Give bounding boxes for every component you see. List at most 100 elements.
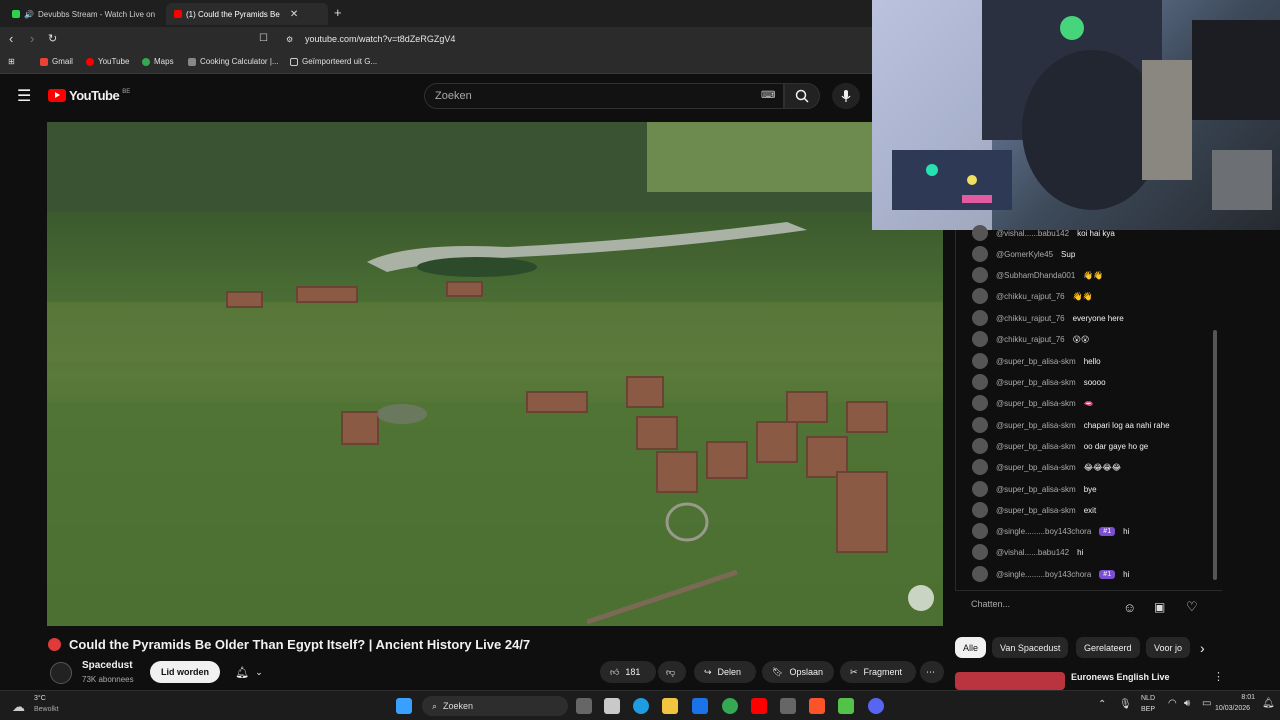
video-player[interactable] xyxy=(47,122,943,626)
video-thumbnail[interactable] xyxy=(955,672,1065,690)
url-field[interactable]: youtube.com/watch?v=t8dZeRGZgV4 xyxy=(305,34,455,44)
subscriber-count: 73K abonnees xyxy=(82,675,134,684)
emoji-icon[interactable]: ☺ xyxy=(1123,600,1136,615)
brave-icon[interactable] xyxy=(809,698,825,714)
windows-start-icon[interactable] xyxy=(396,698,412,714)
share-button[interactable]: ↪ Delen xyxy=(694,661,756,683)
avatar xyxy=(972,353,988,369)
browser-tab-bar: 🔊 Devubbs Stream - Watch Live on (1) Cou… xyxy=(0,0,872,27)
taskbar-search[interactable]: ⌕ Zoeken xyxy=(422,696,568,716)
edge-icon[interactable] xyxy=(633,698,649,714)
bookmark-icon[interactable]: ☐ xyxy=(259,33,268,44)
voice-search-button[interactable] xyxy=(832,83,860,109)
avatar xyxy=(972,395,988,411)
bookmark-folder-imported[interactable]: Geïmporteerd uit G... xyxy=(290,57,377,66)
browser-tab[interactable]: 🔊 Devubbs Stream - Watch Live on xyxy=(4,3,164,25)
region-code: BE xyxy=(122,88,131,95)
chat-message: @chikku_rajput_76 everyone here xyxy=(972,309,1124,327)
keyboard-icon[interactable]: ⌨ xyxy=(761,90,775,101)
chat-message: @GomerKyle45 Sup xyxy=(972,245,1075,263)
microphone-icon[interactable]: 🎙︎ xyxy=(1119,699,1132,710)
notification-bell-button[interactable]: 🔔︎ ⌄ xyxy=(228,661,270,683)
save-button[interactable]: 🔖︎ Opslaan xyxy=(762,661,834,683)
avatar xyxy=(972,310,988,326)
scissors-icon: ✂ xyxy=(850,666,858,677)
chat-message: @single.........boy143chora #1 hi xyxy=(972,522,1129,540)
keyboard-layout: BEP xyxy=(1141,706,1156,713)
youtube-app-icon[interactable] xyxy=(751,698,767,714)
save-label: Opslaan xyxy=(789,667,823,677)
channel-avatar[interactable] xyxy=(50,662,72,684)
chat-message: @vishal......babu142 hi xyxy=(972,543,1083,561)
search-button[interactable] xyxy=(784,83,820,109)
dislike-button[interactable]: 👎︎ xyxy=(658,661,686,683)
bookmark-cooking-calculator[interactable]: Cooking Calculator |... xyxy=(188,57,279,66)
tab-favicon-icon xyxy=(12,10,20,18)
forward-icon[interactable]: › xyxy=(30,31,34,46)
avatar xyxy=(972,225,988,241)
chevron-right-icon[interactable]: › xyxy=(1200,640,1205,656)
channel-name[interactable]: Spacedust xyxy=(82,660,133,671)
channel-watermark-icon[interactable] xyxy=(908,585,934,611)
chip-for-you[interactable]: Voor jo xyxy=(1146,637,1190,658)
back-icon[interactable]: ‹ xyxy=(9,31,13,46)
member-badge: #1 xyxy=(1099,526,1116,536)
bookmark-youtube[interactable]: YouTube xyxy=(86,57,129,66)
like-button[interactable]: 👍︎ 181 xyxy=(600,661,656,683)
bookmark-maps[interactable]: Maps xyxy=(142,57,174,66)
youtube-logo[interactable]: YouTube BE xyxy=(48,88,130,103)
chat-input[interactable]: Chatten... xyxy=(971,599,1111,617)
bookmarks-bar: ⊞ Gmail YouTube Maps Cooking Calculator … xyxy=(0,52,872,74)
microphone-icon xyxy=(841,90,851,102)
more-icon[interactable]: ⋮ xyxy=(1213,670,1224,683)
join-button[interactable]: Lid worden xyxy=(150,661,220,683)
windows-taskbar: ☁ 3°C Bewolkt ⌕ Zoeken ⌃ 🎙︎ NLD BEP ◠ 🔊︎… xyxy=(0,690,1280,720)
chrome-icon[interactable] xyxy=(722,698,738,714)
wifi-icon[interactable]: ◠ xyxy=(1168,698,1177,709)
close-tab-icon[interactable]: ✕ xyxy=(290,9,298,20)
recommended-video[interactable]: Euronews English Live ⋮ xyxy=(955,670,1224,692)
chat-message: @single.........boy143chora #1 hi xyxy=(972,565,1129,583)
clock-time[interactable]: 8:01 xyxy=(1225,694,1255,701)
youtube-logo-text: YouTube xyxy=(69,88,120,103)
file-explorer-icon[interactable] xyxy=(662,698,678,714)
weather-desc: Bewolkt xyxy=(34,706,59,713)
discord-icon[interactable] xyxy=(868,698,884,714)
menu-icon[interactable]: ☰ xyxy=(17,86,31,106)
live-chat-panel: @vishal......babu142 koi hai kya @GomerKy… xyxy=(955,225,1222,628)
battery-icon[interactable]: ▭ xyxy=(1202,698,1211,709)
avatar xyxy=(972,246,988,262)
notifications-icon[interactable]: 🔔︎ xyxy=(1262,698,1275,709)
apps-grid-icon[interactable]: ⊞ xyxy=(8,57,15,66)
chip-all[interactable]: Alle xyxy=(955,637,987,658)
site-info-icon[interactable]: ⚙ xyxy=(286,35,293,44)
avatar xyxy=(972,459,988,475)
weather-temp[interactable]: 3°C xyxy=(34,695,46,702)
widgets-icon[interactable] xyxy=(604,698,620,714)
chevron-down-icon: ⌄ xyxy=(255,666,263,677)
reload-icon[interactable]: ↻ xyxy=(48,32,57,45)
chat-scrollbar[interactable] xyxy=(1213,330,1217,580)
outlook-icon[interactable] xyxy=(692,698,708,714)
new-tab-button[interactable]: + xyxy=(334,5,342,20)
video-frame xyxy=(47,122,943,626)
task-view-icon[interactable] xyxy=(576,698,592,714)
chip-from-channel[interactable]: Van Spacedust xyxy=(992,637,1069,658)
more-actions-button[interactable]: ⋯ xyxy=(920,661,944,683)
search-input[interactable]: Zoeken xyxy=(424,83,784,109)
browser-tab-active[interactable]: (1) Could the Pyramids Be ✕ xyxy=(166,3,328,25)
cloud-icon: ☁ xyxy=(12,699,25,714)
super-chat-icon[interactable]: ▣ xyxy=(1154,600,1165,614)
chat-message: @super_bp_alisa-skm oo dar gaye ho ge xyxy=(972,437,1148,455)
chevron-up-icon[interactable]: ⌃ xyxy=(1098,699,1106,710)
bookmark-gmail[interactable]: Gmail xyxy=(40,57,73,66)
chat-message: @super_bp_alisa-skm bye xyxy=(972,480,1097,498)
language-indicator[interactable]: NLD xyxy=(1141,695,1155,702)
calculator-icon[interactable] xyxy=(780,698,796,714)
volume-icon[interactable]: 🔊︎ xyxy=(1184,698,1190,709)
speaker-icon: 🔊 xyxy=(24,9,34,19)
clip-button[interactable]: ✂ Fragment xyxy=(840,661,916,683)
app-icon[interactable] xyxy=(838,698,854,714)
heart-icon[interactable]: ♡ xyxy=(1186,599,1198,615)
chip-related[interactable]: Gerelateerd xyxy=(1076,637,1140,658)
